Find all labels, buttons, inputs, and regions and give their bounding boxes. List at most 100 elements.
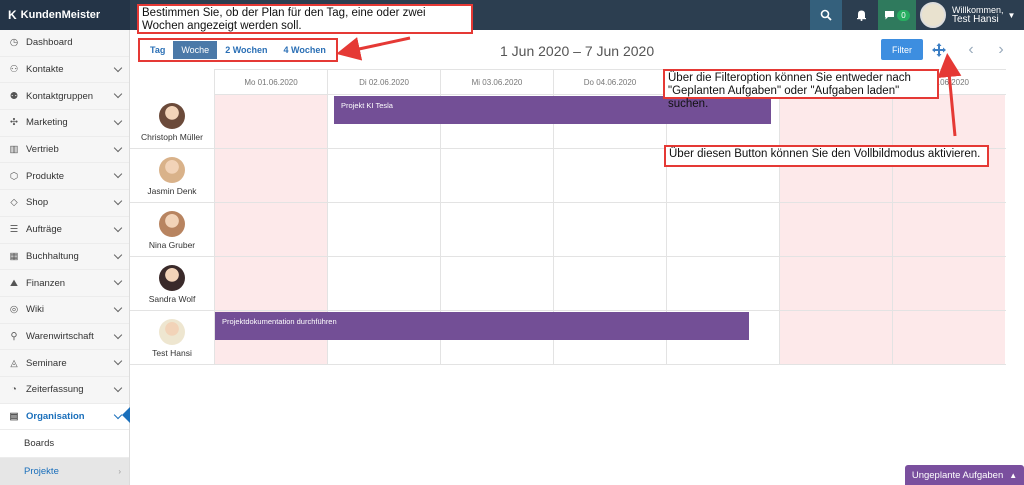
- app-root: K KundenMeister 0 Willkommen, Test Hansi…: [0, 0, 1024, 485]
- sidebar-item-label: Dashboard: [26, 37, 73, 49]
- person-name: Nina Gruber: [148, 239, 196, 250]
- day-cell[interactable]: [892, 95, 1005, 148]
- sidebar-subitem-projekte[interactable]: Projekte ›: [0, 458, 129, 485]
- warehouse-icon: ⚲: [10, 330, 18, 342]
- sidebar-item-kontaktgruppen[interactable]: ⚉ Kontaktgruppen: [0, 83, 129, 111]
- sidebar-item-finanzen[interactable]: ⛰ Finanzen: [0, 270, 129, 297]
- tag-icon: ◇: [10, 197, 18, 209]
- person-cell: Sandra Wolf: [130, 257, 214, 311]
- sidebar-item-label: Vertrieb: [26, 144, 59, 156]
- chevron-up-icon: ▲: [1009, 470, 1018, 480]
- day-cell[interactable]: [214, 149, 327, 202]
- clipboard-icon: ▤: [9, 410, 19, 422]
- day-cell[interactable]: [779, 257, 892, 310]
- sidebar-item-auftr-ge[interactable]: ☰ Aufträge: [0, 217, 129, 244]
- filter-button[interactable]: Filter: [881, 39, 923, 60]
- previous-button[interactable]: ‹: [963, 40, 979, 60]
- dashboard-icon: ◷: [9, 37, 19, 49]
- sidebar-item-kontakte[interactable]: ⚇ Kontakte: [0, 57, 129, 84]
- day-cell[interactable]: [779, 311, 892, 364]
- avatar: [159, 318, 185, 345]
- sidebar-item-dashboard[interactable]: ◷ Dashboard: [0, 30, 129, 57]
- tab-week[interactable]: Woche: [173, 41, 218, 59]
- active-marker: [122, 407, 130, 423]
- day-cell[interactable]: [214, 257, 327, 310]
- bulb-icon: ◎: [9, 304, 19, 316]
- sidebar-item-buchhaltung[interactable]: ▦ Buchhaltung: [0, 244, 129, 271]
- person-row: Nina Gruber: [130, 203, 1006, 257]
- sidebar-subitem-label: Boards: [24, 438, 55, 450]
- date-range-title: 1 Jun 2020 – 7 Jun 2020: [500, 43, 655, 59]
- avatar: [920, 2, 946, 28]
- fullscreen-button[interactable]: [929, 39, 949, 60]
- contacts-icon: ⚇: [9, 64, 19, 76]
- day-cell[interactable]: [779, 203, 892, 256]
- day-cell[interactable]: [440, 149, 553, 202]
- day-cell[interactable]: [327, 257, 440, 310]
- chevron-left-icon: ‹: [968, 41, 974, 58]
- sidebar-item-vertrieb[interactable]: ▥ Vertrieb: [0, 137, 129, 164]
- day-cell[interactable]: [779, 95, 892, 148]
- tab-four-weeks[interactable]: 4 Wochen: [276, 41, 334, 59]
- day-cell[interactable]: [666, 257, 779, 310]
- tab-two-weeks[interactable]: 2 Wochen: [217, 41, 275, 59]
- arrow-to-view-tabs: [336, 36, 411, 61]
- marketing-icon: ✣: [10, 117, 18, 129]
- notifications-button[interactable]: [845, 0, 877, 30]
- chart-icon: ▥: [9, 144, 19, 156]
- chevron-down-icon: [113, 383, 123, 393]
- day-header: Mo 01.06.2020: [214, 70, 327, 95]
- sidebar-item-produkte[interactable]: ⬡ Produkte: [0, 163, 129, 191]
- tab-day[interactable]: Tag: [142, 41, 173, 59]
- day-cell[interactable]: [327, 149, 440, 202]
- day-cell[interactable]: [553, 257, 666, 310]
- day-cell[interactable]: [892, 203, 1005, 256]
- sidebar-item-wiki[interactable]: ◎ Wiki: [0, 297, 129, 324]
- next-button[interactable]: ›: [993, 40, 1009, 60]
- day-cell[interactable]: [327, 203, 440, 256]
- unplanned-tasks-button[interactable]: Ungeplante Aufgaben ▲: [905, 465, 1024, 485]
- sidebar-item-label: Produkte: [26, 170, 65, 182]
- sidebar-item-seminare[interactable]: ◬ Seminare: [0, 350, 129, 377]
- sidebar-item-marketing[interactable]: ✣ Marketing: [0, 110, 129, 137]
- brand-name: KundenMeister: [20, 9, 101, 21]
- day-cell[interactable]: [666, 203, 779, 256]
- sidebar-item-warenwirtschaft[interactable]: ⚲ Warenwirtschaft: [0, 324, 129, 351]
- day-header: Do 04.06.2020: [553, 70, 666, 95]
- sidebar-item-shop[interactable]: ◇ Shop: [0, 190, 129, 217]
- chevron-down-icon: [113, 196, 123, 206]
- day-cell[interactable]: [440, 203, 553, 256]
- day-cell[interactable]: [214, 203, 327, 256]
- sidebar-item-organisation[interactable]: ▤ Organisation: [0, 403, 129, 431]
- chevron-down-icon: [113, 90, 123, 99]
- chevron-down-icon: [113, 63, 123, 72]
- messages-button[interactable]: 0: [878, 0, 916, 30]
- event-bar[interactable]: Projektdokumentation durchführen: [215, 312, 749, 340]
- user-menu[interactable]: Willkommen, Test Hansi ▼: [920, 0, 1024, 30]
- view-hint-note: Bestimmen Sie, ob der Plan für den Tag, …: [137, 4, 473, 34]
- day-cell[interactable]: [553, 203, 666, 256]
- chevron-down-icon: [113, 170, 123, 179]
- day-cell[interactable]: [214, 95, 327, 148]
- brand-logo[interactable]: K KundenMeister: [0, 0, 130, 30]
- bell-icon: [856, 10, 866, 21]
- box-icon: ⬡: [9, 170, 19, 182]
- search-button[interactable]: [810, 0, 842, 30]
- sidebar-item-label: Shop: [26, 197, 49, 209]
- sidebar-subitem-boards[interactable]: Boards: [0, 430, 129, 459]
- avatar: [159, 102, 185, 129]
- finance-icon: ⛰: [10, 277, 18, 289]
- unplanned-label: Ungeplante Aufgaben: [911, 469, 1004, 481]
- sidebar-item-zeiterfassung[interactable]: ◔ Zeiterfassung: [0, 377, 129, 404]
- person-cell: Christoph Müller: [130, 95, 214, 149]
- chevron-down-icon: [113, 410, 123, 419]
- day-cell[interactable]: [892, 257, 1005, 310]
- sidebar-item-label: Wiki: [26, 304, 44, 316]
- chevron-down-icon: [113, 303, 123, 313]
- move-arrows-icon: [932, 42, 946, 57]
- ledger-icon: ▦: [9, 250, 19, 262]
- day-cell[interactable]: [553, 149, 666, 202]
- person-cell: Jasmin Denk: [130, 149, 214, 203]
- day-cell[interactable]: [440, 257, 553, 310]
- day-cell[interactable]: [892, 311, 1005, 364]
